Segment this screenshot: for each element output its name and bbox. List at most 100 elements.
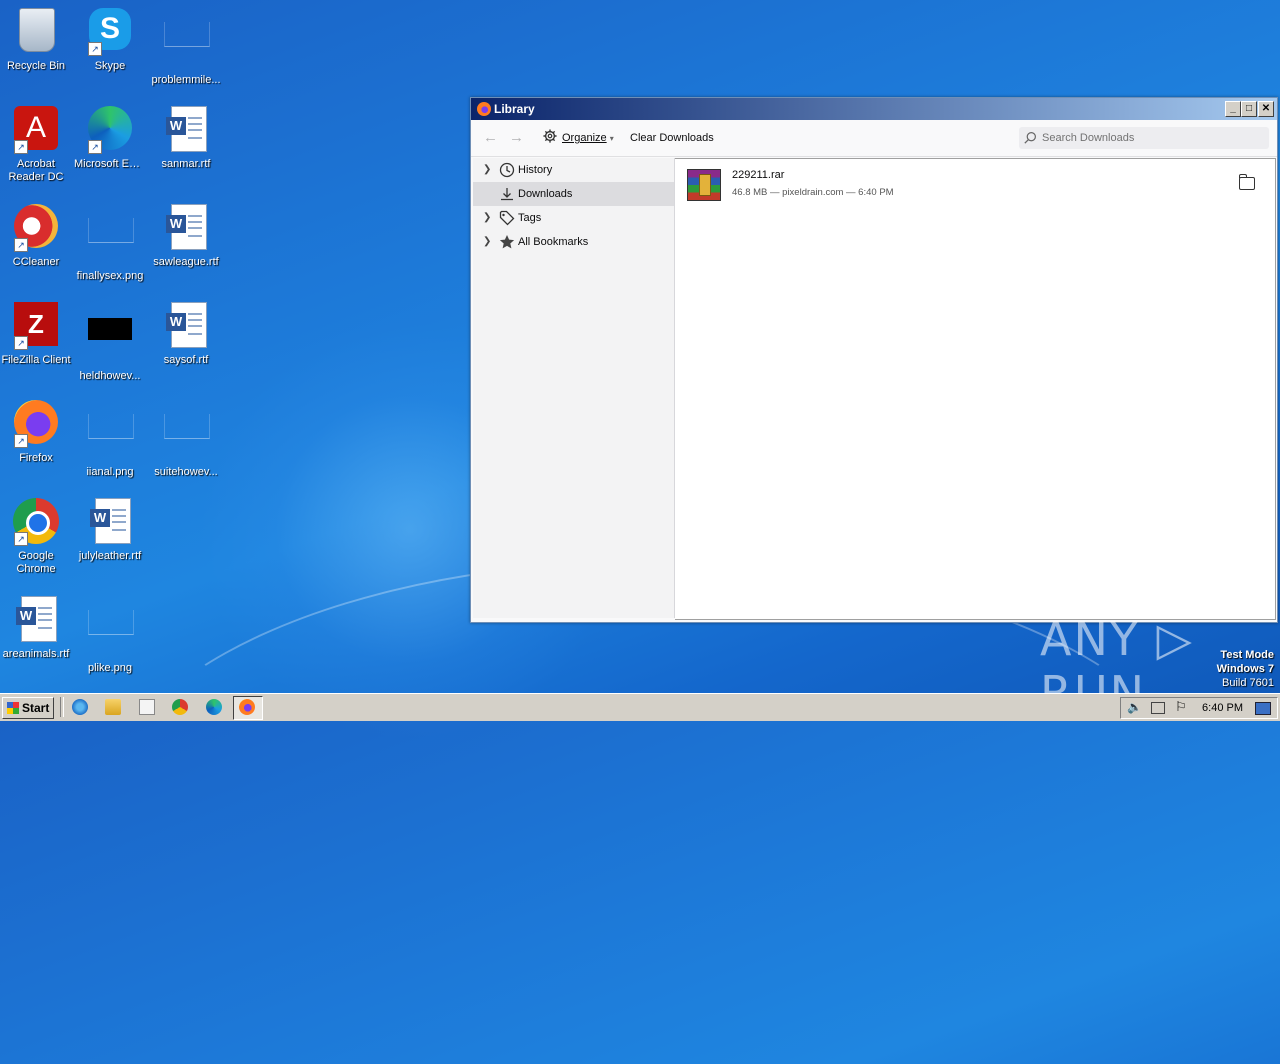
organize-label: Organize (562, 132, 607, 144)
desktop-icon-iianal[interactable]: iianal.png (74, 400, 146, 479)
desktop-icon-skype[interactable]: S ↗ Skype (74, 8, 146, 73)
desktop-icon-plike[interactable]: plike.png (74, 596, 146, 675)
image-file-icon (88, 414, 134, 439)
image-file-icon (88, 610, 134, 635)
desktop-icon-areanimals[interactable]: W areanimals.rtf (0, 596, 72, 661)
image-file-icon (164, 414, 210, 439)
search-input[interactable]: Search Downloads (1042, 127, 1134, 149)
desktop-icon-label: julyleather.rtf (78, 550, 142, 562)
forward-button[interactable]: → (509, 120, 524, 156)
test-mode-line2: Windows 7 (1216, 663, 1274, 675)
speaker-icon[interactable]: 🔈 (1127, 700, 1142, 714)
desktop-icon-chrome[interactable]: ↗ Google Chrome (0, 498, 72, 576)
sidebar-item-tags[interactable]: ❯ Tags (473, 206, 674, 230)
image-file-icon (164, 22, 210, 47)
minimize-button[interactable]: _ (1225, 101, 1241, 117)
desktop-icon-label: sanmar.rtf (161, 158, 211, 170)
desktop-icon-label: heldhowev... (79, 370, 141, 382)
download-icon (501, 188, 513, 201)
shortcut-arrow-icon: ↗ (14, 336, 28, 350)
shortcut-arrow-icon: ↗ (88, 42, 102, 56)
shortcut-arrow-icon: ↗ (14, 140, 28, 154)
search-box[interactable]: Search Downloads (1019, 127, 1269, 149)
desktop-icon-label: suitehowev... (154, 466, 218, 478)
sidebar-item-history[interactable]: ❯ History (473, 158, 674, 182)
image-file-icon (88, 218, 134, 243)
desktop-icon-suitehowev[interactable]: suitehowev... (150, 400, 222, 479)
desktop-icon-label: finallysex.png (76, 270, 144, 282)
list-item[interactable]: 229211.rar 46.8 MB — pixeldrain.com — 6:… (675, 159, 1275, 207)
desktop-icon-label: areanimals.rtf (2, 648, 70, 660)
chevron-right-icon[interactable]: ❯ (483, 158, 491, 182)
gear-icon (543, 129, 557, 143)
sidebar-item-label: History (518, 164, 553, 176)
rar-archive-icon (687, 169, 721, 201)
word-doc-icon: W (90, 498, 131, 544)
edge-icon[interactable] (206, 699, 222, 715)
organize-button[interactable]: Organize ▾ (543, 120, 614, 156)
desktop-icon-firefox[interactable]: ↗ Firefox (0, 400, 72, 465)
desktop-icon-label: Skype (94, 60, 126, 72)
desktop-icon-label: CCleaner (12, 256, 60, 268)
desktop-icon-label: Recycle Bin (6, 60, 66, 72)
desktop-icon-sanmar[interactable]: W sanmar.rtf (150, 106, 222, 171)
test-mode-line1: Test Mode (1220, 649, 1274, 661)
sidebar-item-all-bookmarks[interactable]: ❯ All Bookmarks (473, 230, 674, 254)
desktop-icon-acrobat[interactable]: A ↗ Acrobat Reader DC (0, 106, 72, 184)
clear-downloads-button[interactable]: Clear Downloads (630, 120, 714, 156)
window-titlebar[interactable]: Library _ □ ✕ (471, 98, 1277, 120)
desktop-icon-label: iianal.png (86, 466, 134, 478)
library-toolbar: ← → Organize ▾ Clear Downloads Search Do… (471, 120, 1277, 157)
back-button[interactable]: ← (483, 120, 498, 156)
desktop-icon-finallysex[interactable]: finallysex.png (74, 204, 146, 283)
download-details: 46.8 MB — pixeldrain.com — 6:40 PM (732, 187, 894, 198)
explorer-folder-icon[interactable] (105, 699, 121, 715)
desktop-icon-label: saysof.rtf (163, 354, 209, 366)
clock-icon (499, 162, 515, 178)
desktop-icon-sawleague[interactable]: W sawleague.rtf (150, 204, 222, 269)
shortcut-arrow-icon: ↗ (14, 532, 28, 546)
show-desktop-icon[interactable] (1255, 702, 1271, 715)
internet-explorer-icon[interactable] (72, 699, 88, 715)
flag-icon[interactable]: ⚐ (1175, 699, 1187, 715)
test-mode-label: Test Mode Windows 7 Build 7601 (1217, 648, 1274, 690)
start-label: Start (22, 701, 50, 715)
chevron-right-icon[interactable]: ❯ (483, 230, 491, 254)
window-title: Library (494, 102, 535, 116)
maximize-button[interactable]: □ (1241, 101, 1257, 117)
tag-icon (499, 210, 515, 226)
desktop-icon-filezilla[interactable]: Z ↗ FileZilla Client (0, 302, 72, 367)
close-button[interactable]: ✕ (1258, 101, 1274, 117)
firefox-icon (477, 102, 491, 116)
word-doc-icon: W (166, 302, 207, 348)
sidebar-item-downloads[interactable]: Downloads (473, 182, 674, 206)
media-player-icon[interactable] (139, 699, 155, 715)
recycle-bin-icon (19, 8, 55, 52)
word-doc-icon: W (166, 106, 207, 152)
desktop-icon-julyleather[interactable]: W julyleather.rtf (74, 498, 146, 563)
desktop-icon-saysof[interactable]: W saysof.rtf (150, 302, 222, 367)
taskbar-firefox-button[interactable] (233, 696, 263, 720)
desktop-icon-edge[interactable]: ↗ Microsoft Edge (74, 106, 146, 171)
desktop-icon-heldhowev[interactable]: heldhowev... (74, 302, 146, 383)
taskbar-separator (60, 697, 64, 717)
star-icon (499, 235, 515, 249)
sidebar-item-label: Tags (518, 212, 542, 224)
desktop-icon-label: Firefox (19, 452, 53, 464)
firefox-icon (239, 699, 255, 715)
desktop-icon-ccleaner[interactable]: ↗ CCleaner (0, 204, 72, 269)
wallpaper-arc (100, 560, 1204, 1064)
desktop-icon-label: sawleague.rtf (153, 256, 219, 268)
chevron-right-icon[interactable]: ❯ (483, 206, 491, 230)
folder-icon[interactable] (1239, 174, 1255, 190)
library-window: Library _ □ ✕ ← → Organize ▾ Clear Downl… (470, 97, 1278, 623)
search-icon (1024, 132, 1036, 144)
chrome-icon[interactable] (172, 699, 188, 715)
start-button[interactable]: Start (2, 697, 54, 719)
network-icon[interactable] (1151, 702, 1165, 714)
shortcut-arrow-icon: ↗ (14, 238, 28, 252)
desktop-icon-recycle-bin[interactable]: Recycle Bin (0, 8, 72, 73)
clock[interactable]: 6:40 PM (1202, 698, 1243, 718)
desktop-icon-problemmile[interactable]: problemmile... (150, 8, 222, 87)
word-doc-icon: W (166, 204, 207, 250)
